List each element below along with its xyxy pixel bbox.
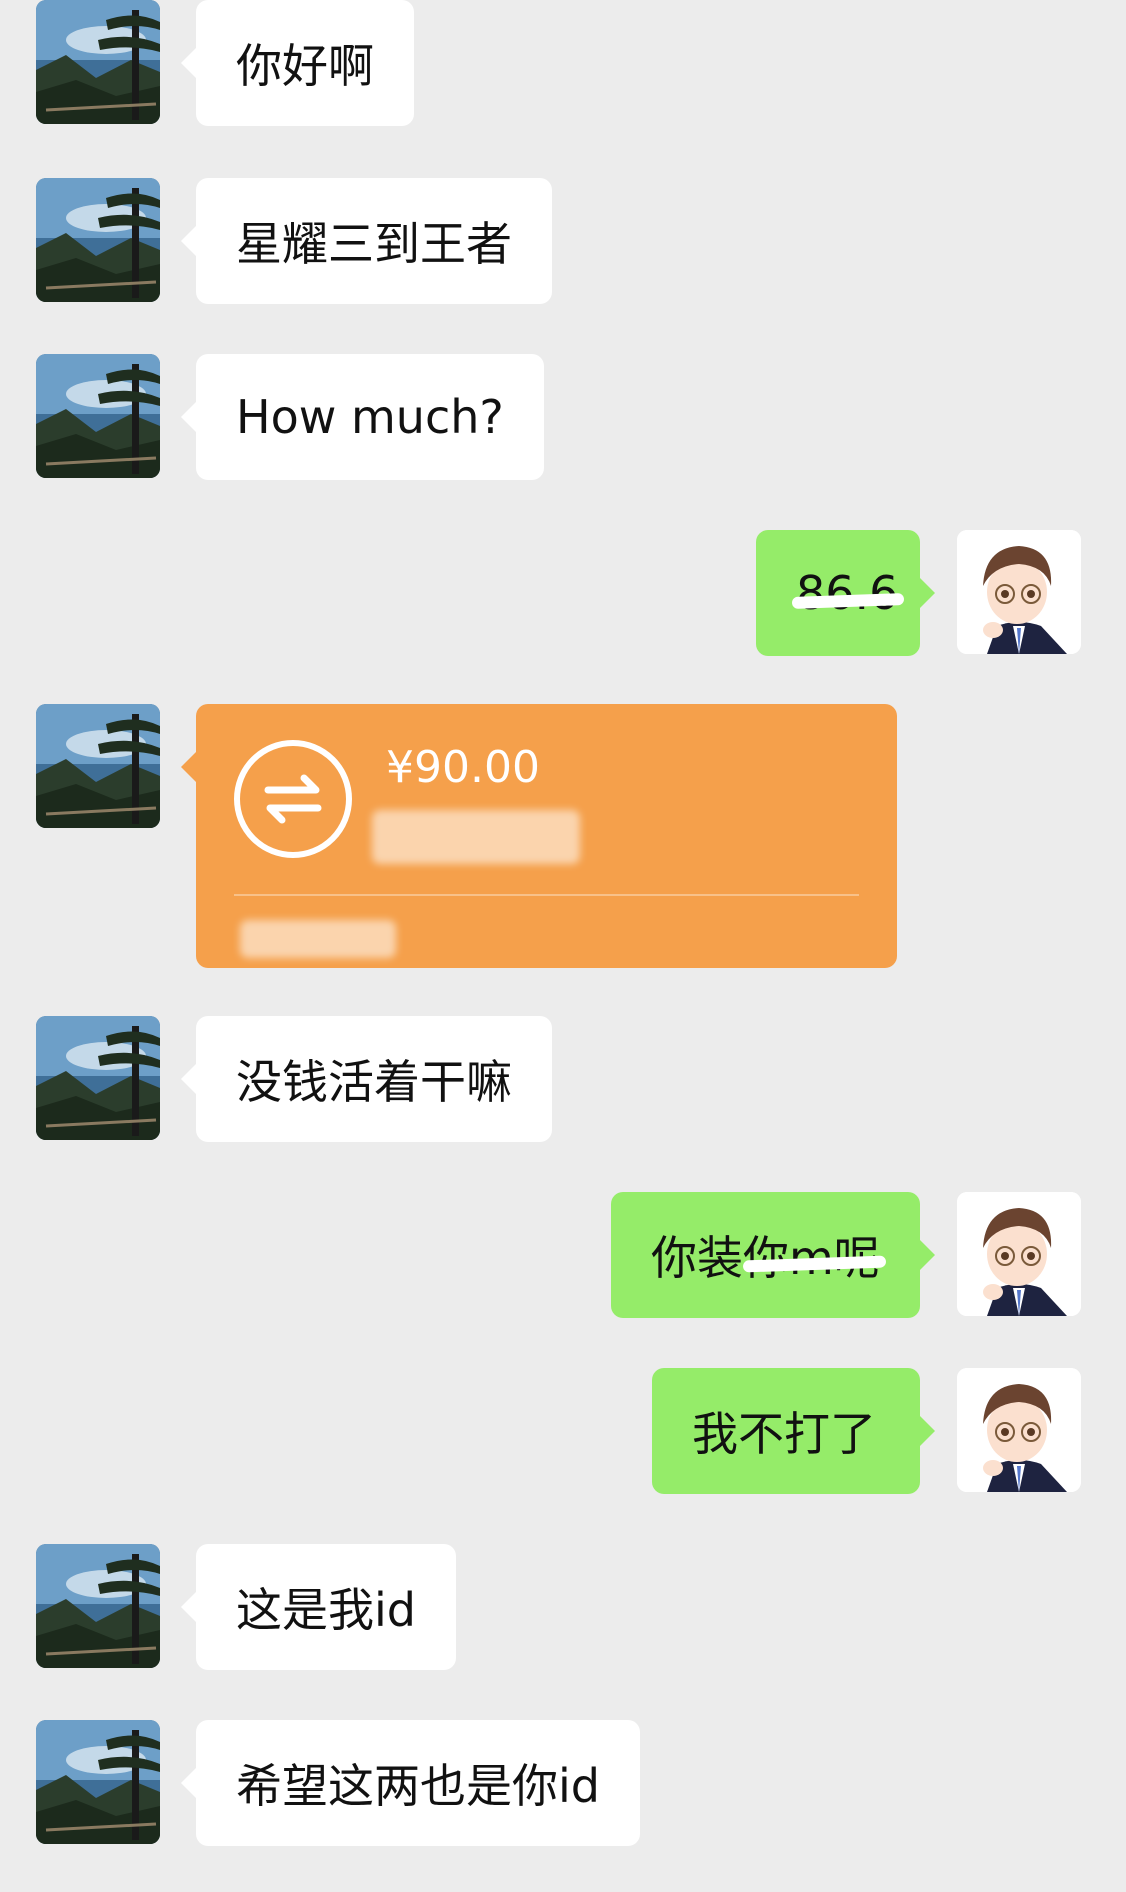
transfer-amount: ¥90.00: [386, 742, 540, 793]
message-text: 没钱活着干嘛: [236, 1055, 512, 1109]
contact-avatar[interactable]: [36, 1720, 160, 1844]
redacted-text: [372, 810, 580, 864]
contact-avatar[interactable]: [36, 178, 160, 302]
incoming-message-bubble[interactable]: 希望这两也是你id: [181, 1720, 640, 1846]
transfer-divider: [234, 894, 859, 896]
contact-avatar[interactable]: [36, 1544, 160, 1668]
message-text: 我不打了: [692, 1407, 876, 1461]
transfer-card[interactable]: ¥90.00: [181, 704, 897, 968]
self-avatar[interactable]: [957, 1368, 1081, 1492]
outgoing-message-bubble[interactable]: 86.6: [756, 530, 935, 656]
contact-avatar[interactable]: [36, 354, 160, 478]
outgoing-message-bubble[interactable]: 你装你m呢: [611, 1192, 935, 1318]
message-text: 星耀三到王者: [236, 217, 512, 271]
incoming-message-bubble[interactable]: 这是我id: [181, 1544, 456, 1670]
redacted-text: [240, 920, 396, 958]
contact-avatar[interactable]: [36, 704, 160, 828]
incoming-message-bubble[interactable]: 星耀三到王者: [181, 178, 552, 304]
message-text: 你好啊: [236, 39, 374, 93]
incoming-message-bubble[interactable]: How much?: [181, 354, 544, 480]
transfer-arrows-icon: [234, 740, 352, 858]
outgoing-message-bubble[interactable]: 我不打了: [652, 1368, 935, 1494]
incoming-message-bubble[interactable]: 没钱活着干嘛: [181, 1016, 552, 1142]
scribbled-text: 86.6: [791, 566, 905, 620]
message-text: 希望这两也是你id: [236, 1759, 600, 1813]
incoming-message-bubble[interactable]: 你好啊: [181, 0, 414, 126]
message-text: 这是我id: [236, 1583, 416, 1637]
self-avatar[interactable]: [957, 1192, 1081, 1316]
scribbled-text: 你装你m呢: [651, 1222, 886, 1288]
contact-avatar[interactable]: [36, 0, 160, 124]
message-text: How much?: [236, 390, 504, 444]
contact-avatar[interactable]: [36, 1016, 160, 1140]
self-avatar[interactable]: [957, 530, 1081, 654]
